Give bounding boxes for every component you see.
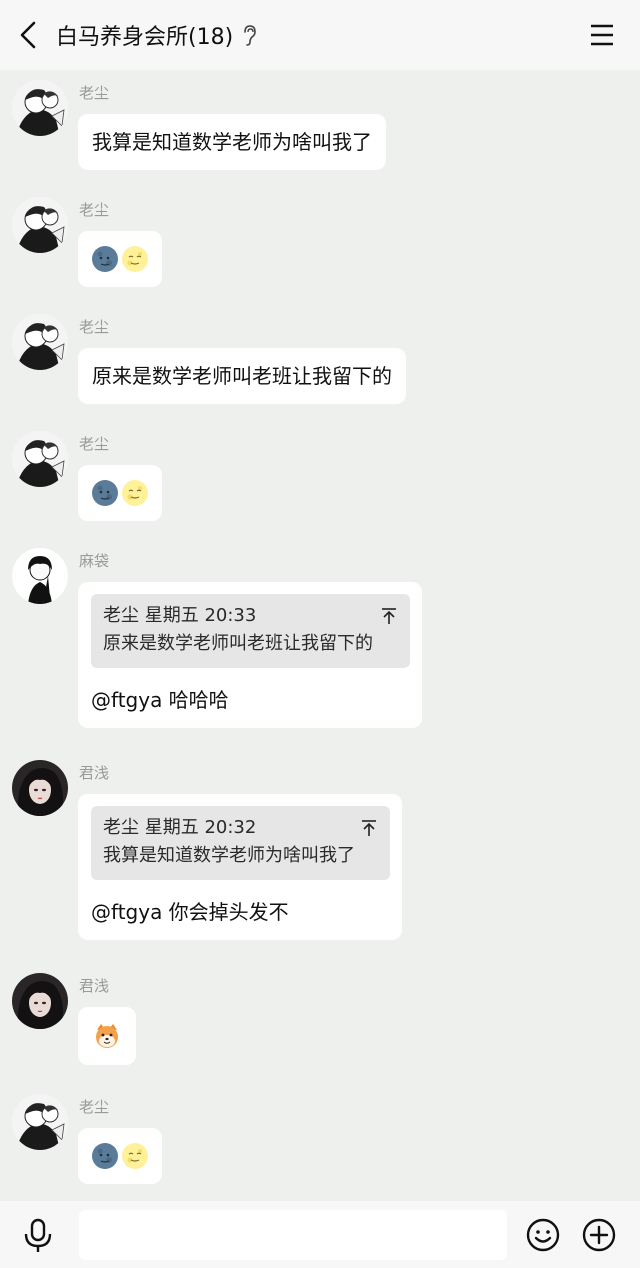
- microphone-icon: [24, 1218, 52, 1252]
- avatar[interactable]: [12, 431, 68, 487]
- sender-name: 老尘: [79, 435, 110, 453]
- quote-meta: 老尘 星期五 20:33: [103, 605, 257, 626]
- sender-name: 老尘: [79, 318, 110, 336]
- chat-area[interactable]: 老尘 我算是知道数学老师为啥叫我了 老尘 老尘 原来是数学老师叫老班让我留下的 …: [0, 70, 640, 1201]
- avatar[interactable]: [12, 1094, 68, 1150]
- avatar[interactable]: [12, 760, 68, 816]
- avatar[interactable]: [12, 314, 68, 370]
- quote-text: 我算是知道数学老师为啥叫我了: [103, 845, 355, 866]
- plus-circle-icon: [582, 1218, 616, 1252]
- message-bubble[interactable]: [78, 465, 162, 521]
- full-moon-face-icon: [121, 1142, 149, 1170]
- sender-name: 老尘: [79, 201, 110, 219]
- voice-button[interactable]: [22, 1218, 54, 1254]
- new-moon-face-icon: [91, 1142, 119, 1170]
- quote-text: 原来是数学老师叫老班让我留下的: [103, 633, 373, 654]
- header-bar: 白马养身会所(18): [0, 0, 640, 70]
- quote-meta: 老尘 星期五 20:32: [103, 817, 257, 838]
- title-group: 白马养身会所(18): [56, 0, 257, 70]
- reply-text: @ftgya 你会掉头发不: [91, 900, 289, 924]
- jump-to-top-icon[interactable]: [360, 819, 378, 837]
- back-button[interactable]: [14, 19, 42, 51]
- sender-name: 君浅: [79, 764, 110, 782]
- message-bubble[interactable]: [78, 1007, 136, 1065]
- menu-button[interactable]: [590, 23, 614, 47]
- new-moon-face-icon: [91, 245, 119, 273]
- quoted-message[interactable]: 老尘 星期五 20:33 原来是数学老师叫老班让我留下的: [91, 594, 410, 668]
- message-bubble[interactable]: 老尘 星期五 20:32 我算是知道数学老师为啥叫我了 @ftgya 你会掉头发…: [78, 794, 402, 940]
- message-input[interactable]: [79, 1210, 507, 1260]
- avatar[interactable]: [12, 548, 68, 604]
- hamburger-menu-icon: [591, 24, 613, 46]
- more-button[interactable]: [582, 1218, 616, 1252]
- sender-name: 老尘: [79, 1098, 110, 1116]
- chevron-left-icon: [20, 21, 36, 49]
- sender-name: 麻袋: [79, 552, 110, 570]
- full-moon-face-icon: [121, 245, 149, 273]
- ear-icon: [241, 24, 257, 46]
- smiley-icon: [526, 1218, 560, 1252]
- sender-name: 君浅: [79, 977, 110, 995]
- message-bubble[interactable]: [78, 231, 162, 287]
- message-bubble[interactable]: 我算是知道数学老师为啥叫我了: [78, 114, 386, 170]
- avatar[interactable]: [12, 973, 68, 1029]
- input-bar: [0, 1201, 640, 1268]
- avatar[interactable]: [12, 80, 68, 136]
- message-bubble[interactable]: [78, 1128, 162, 1184]
- message-bubble[interactable]: 老尘 星期五 20:33 原来是数学老师叫老班让我留下的 @ftgya 哈哈哈: [78, 582, 422, 728]
- sender-name: 老尘: [79, 84, 110, 102]
- group-title: 白马养身会所(18): [56, 25, 234, 50]
- quoted-message[interactable]: 老尘 星期五 20:32 我算是知道数学老师为啥叫我了: [91, 806, 390, 880]
- emoji-button[interactable]: [526, 1218, 560, 1252]
- reply-text: @ftgya 哈哈哈: [91, 688, 229, 712]
- full-moon-face-icon: [121, 479, 149, 507]
- message-bubble[interactable]: 原来是数学老师叫老班让我留下的: [78, 348, 406, 404]
- shiba-dog-face-icon: [93, 1022, 121, 1050]
- new-moon-face-icon: [91, 479, 119, 507]
- jump-to-top-icon[interactable]: [380, 607, 398, 625]
- avatar[interactable]: [12, 197, 68, 253]
